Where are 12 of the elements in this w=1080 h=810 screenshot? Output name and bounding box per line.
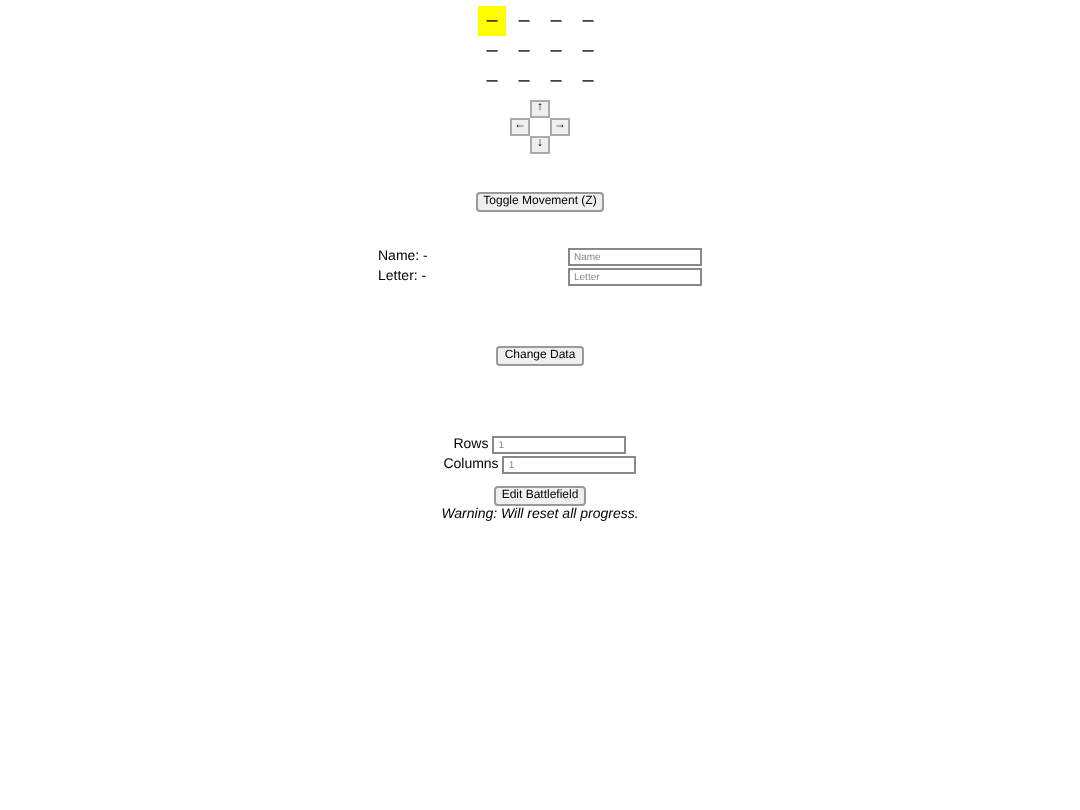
- grid-cell-text: –: [516, 8, 532, 36]
- grid-cell-text: –: [484, 68, 500, 96]
- grid-cell: –: [478, 6, 506, 36]
- grid-cell-text: –: [484, 38, 500, 66]
- grid-cell-text: –: [580, 8, 596, 36]
- grid-cell-text: –: [516, 38, 532, 66]
- grid-cell-text: –: [516, 68, 532, 96]
- grid-cell-text: –: [548, 68, 564, 96]
- grid-cell-text: –: [548, 8, 564, 36]
- grid-cell-text: –: [580, 38, 596, 66]
- grid-cell-text: –: [548, 38, 564, 66]
- grid-cell-text: –: [580, 68, 596, 96]
